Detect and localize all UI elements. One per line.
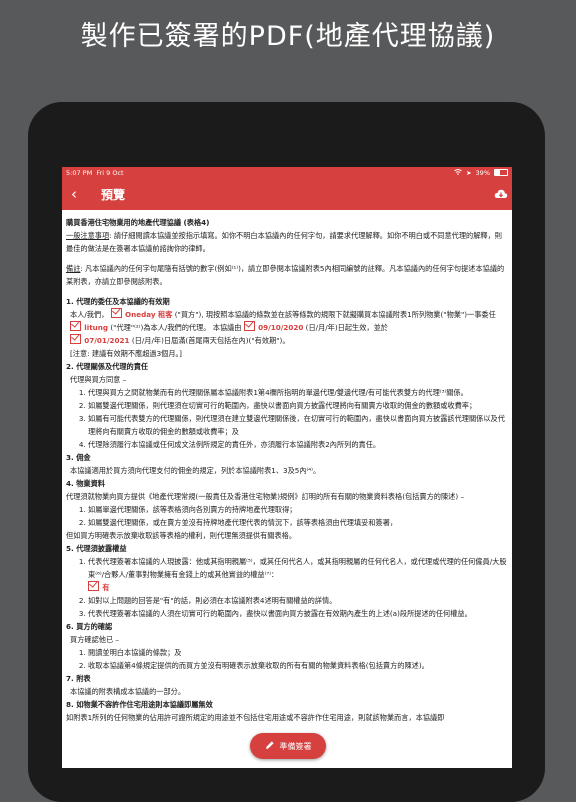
section-6-title: 6. 買方的確認 [66,622,113,631]
section-6-intro: 買方確認他已 – [70,635,120,644]
buyer-field-checkbox-icon[interactable] [110,308,122,318]
section-1-title: 1. 代理的委任及本協議的有效期 [66,297,170,306]
agent-field-checkbox-icon[interactable] [70,321,81,331]
start-date-field[interactable]: 09/10/2020 [258,323,303,332]
section-4-intro: 代理須就物業向買方提供《地產代理常規(一般責任及香港住宅物業)規例》訂明的所有有… [66,492,465,501]
marketing-headline: 製作已簽署的PDF(地產代理協議) [80,21,496,52]
page-title: 預覽 [101,187,126,202]
section-3-title: 3. 佣金 [66,453,91,462]
battery-percent: 39% [475,168,490,177]
list-item: 如屬有可能代表雙方的代理關係，則代理須在建立雙邊代理關係後，在切實可行的範圍內，… [88,412,508,438]
battery-icon [494,169,508,176]
nav-bar: ‹ 預覽 [62,178,512,210]
interest-checkbox-icon[interactable] [88,581,99,591]
list-item: 代理與買方之間就物業而有的代理關係屬本協議附表1第4欄所指明的單邊代理/雙邊代理… [88,386,508,399]
section-5-title: 5. 代理須披露權益 [66,544,127,553]
prepare-sign-label: 準備簽署 [279,741,312,751]
status-bar: 5:07 PM Fri 9 Oct ➤ 39% [62,167,512,178]
section-4-tail: 但如買方明確表示放棄收取該等表格的權利，則代理無須提供有關表格。 [66,531,297,540]
interest-choice[interactable]: 有 [102,583,109,592]
list-item: 如屬雙邊代理關係，則代理須在切實可行的範圍內，盡快以書面向買方披露代理將向有關賣… [88,399,508,412]
list-item: 代理除須履行本協議或任何成文法例所規定的責任外，亦須履行本協議附表2內所列的責任… [88,438,508,451]
agreement-document: 購買香港住宅物業用的地產代理協議 (表格4) 一般注意事項: 請仔細閱讀本協議並… [62,210,512,724]
section-5-list: 代表代理簽署本協議的人現披露：他或其指明親屬⁽⁵⁾，或其任何代名人，或其指明親屬… [66,555,508,620]
status-date: Fri 9 Oct [96,168,124,177]
validity-note: [注意: 建議有效期不應超過3個月。] [70,349,182,358]
back-button[interactable]: ‹ [62,186,95,202]
section-2-title: 2. 代理關係及代理的責任 [66,362,149,371]
section-1-body: 本人/我們， Oneday 租客 ("買方"), 現按照本協議的條款並在該等條款… [70,308,496,345]
buyer-name-field[interactable]: Oneday 租客 [125,310,172,319]
list-item: 代表代理簽署本協議的人須在切實可行的範圍內，盡快以書面向買方披露在有效期內產生的… [88,607,508,620]
general-notice: 一般注意事項: 請仔細閱讀本協議並按指示填寫。如你不明白本協議內的任何字句，請要… [66,231,502,253]
document-title: 購買香港住宅物業用的地產代理協議 (表格4) [66,218,210,227]
cloud-download-icon[interactable] [494,186,508,200]
list-item: 如屬單邊代理關係，該等表格須向各別賣方的持牌地產代理取得； [88,503,508,516]
end-date-checkbox-icon[interactable] [70,334,81,344]
section-4-list: 如屬單邊代理關係，該等表格須向各別賣方的持牌地產代理取得； 如屬雙邊代理關係，或… [66,503,508,529]
wifi-icon [454,168,462,177]
section-3-body: 本協議適用於買方須向代理支付的佣金的規定，列於本協議附表1、3及5內⁽⁴⁾。 [70,466,321,475]
remarks: 備註: 凡本協議內的任何字句尾隨有括號的數字(例如⁽¹⁾)，請立即參閱本協議附表… [66,264,505,286]
section-4-title: 4. 物業資料 [66,479,105,488]
section-2-intro: 代理與買方同意 – [70,375,127,384]
list-item: 如對以上問題的回答是"有"的話，則必須在本協議附表4述明有關權益的詳情。 [88,594,508,607]
section-7-title: 7. 附表 [66,674,91,683]
status-time: 5:07 PM [66,168,93,177]
section-8-body: 如附表1所列的任何物業的佔用許可證所規定的用途並不包括住宅用途或不容許作住宅用途… [66,713,445,722]
section-6-list: 閱讀並明白本協議的條款；及 收取本協議第4條規定提供的而買方並沒有明確表示放棄收… [66,646,508,672]
start-date-checkbox-icon[interactable] [243,321,255,331]
list-item: 閱讀並明白本協議的條款；及 [88,646,508,659]
agent-name-field[interactable]: litung [84,323,108,332]
section-7-body: 本協議的附表構成本協議的一部分。 [70,687,186,696]
section-2-list: 代理與買方之間就物業而有的代理關係屬本協議附表1第4欄所指明的單邊代理/雙邊代理… [66,386,508,451]
list-item: 代表代理簽署本協議的人現披露：他或其指明親屬⁽⁵⁾，或其任何代名人，或其指明親屬… [88,555,508,594]
end-date-field[interactable]: 07/01/2021 [84,336,129,345]
prepare-sign-button[interactable]: 準備簽署 [250,733,326,759]
section-8-title: 8. 如物業不容許作住宅用途則本協議即屬無效 [66,700,213,709]
app-screen: 5:07 PM Fri 9 Oct ➤ 39% ‹ 預覽 購買香港住宅物業用的地… [62,167,512,768]
list-item: 如屬雙邊代理關係，或在賣方並沒有持牌地產代理代表的情況下，該等表格須由代理填妥和… [88,516,508,529]
location-icon: ➤ [466,168,472,177]
pen-icon [265,740,275,752]
list-item: 收取本協議第4條規定提供的而買方並沒有明確表示放棄收取的所有有關的物業資料表格(… [88,659,508,672]
